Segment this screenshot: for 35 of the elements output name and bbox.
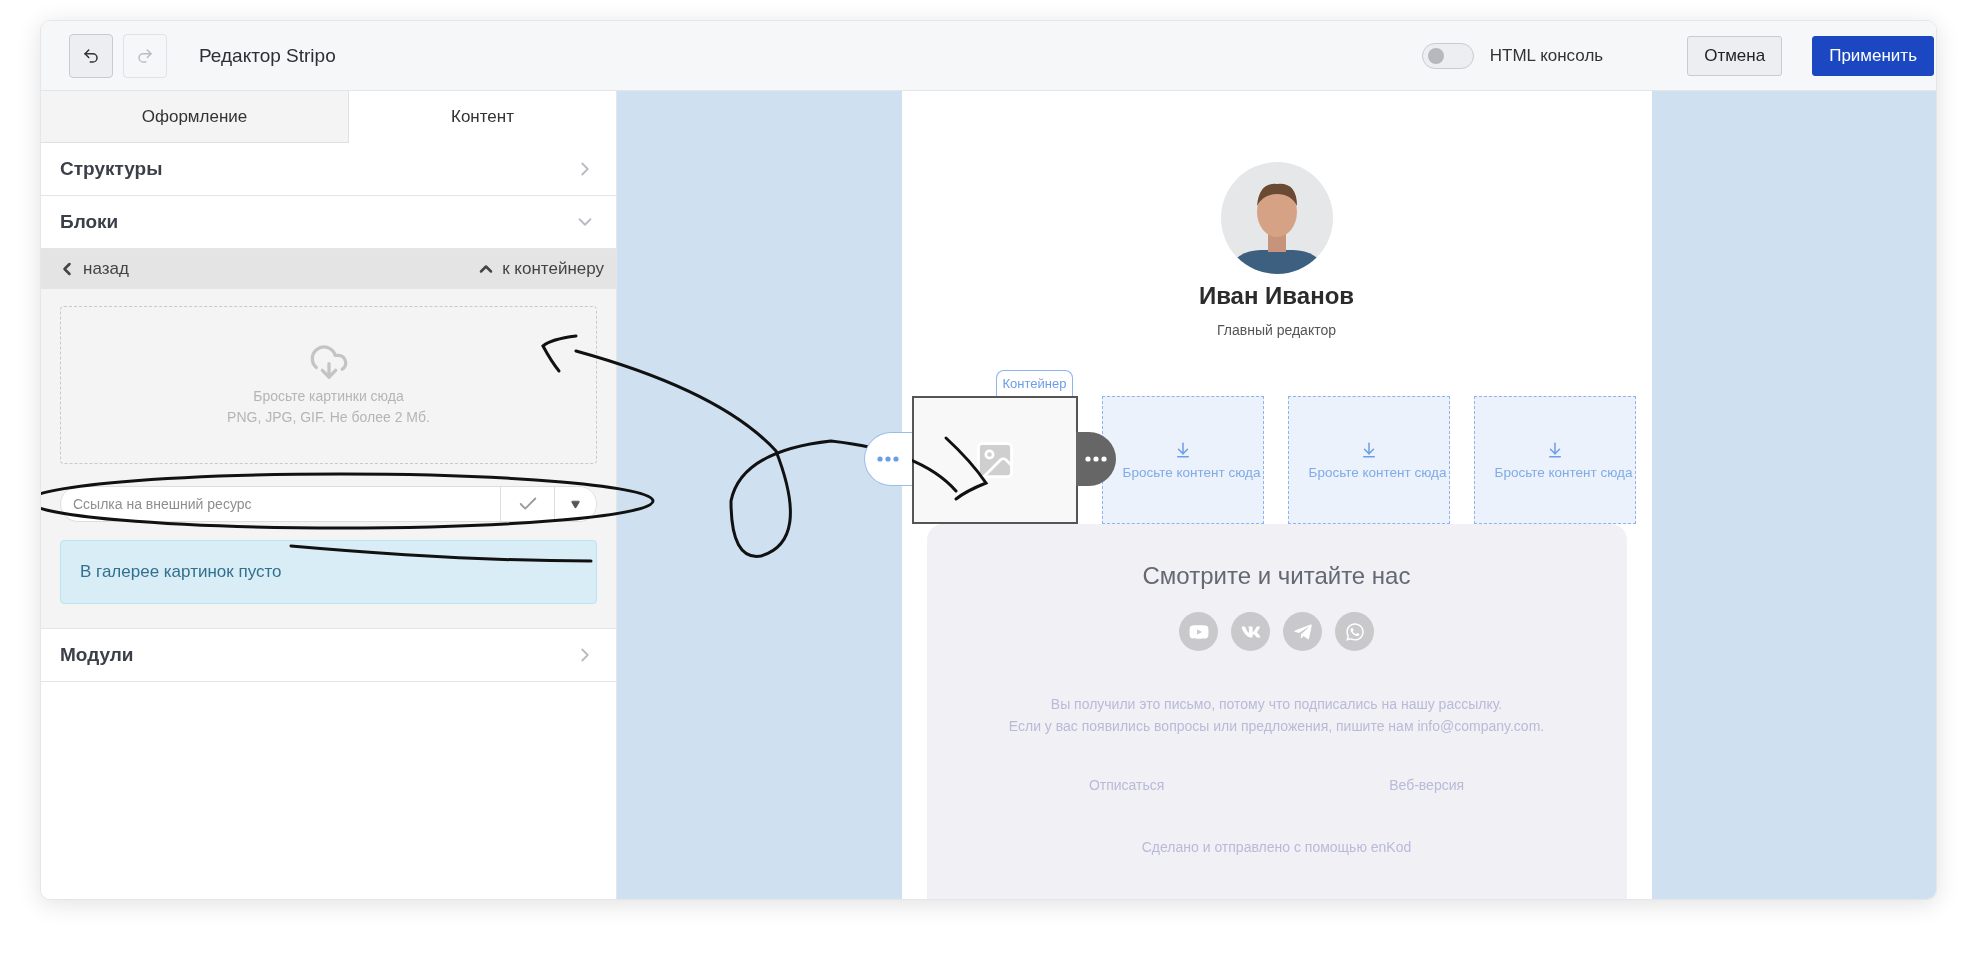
caret-icon <box>571 499 580 509</box>
person-role: Главный редактор <box>1217 322 1336 338</box>
container-label: Контейнер <box>995 370 1074 396</box>
drop-hint: Бросьте контент сюда <box>1493 464 1633 480</box>
back-link[interactable]: назад <box>57 259 129 279</box>
footer-credit: Сделано и отправлено с помощью enKod <box>1141 839 1412 855</box>
undo-button[interactable] <box>69 33 113 78</box>
redo-icon <box>136 46 154 65</box>
vk-icon[interactable] <box>1231 612 1270 651</box>
gallery-notice: В галерее картинок пусто <box>60 540 597 604</box>
dropzone-text: Бросьте картинки сюда PNG, JPG, GIF. Не более 2 Мб. <box>227 387 430 427</box>
tab[interactable]: Оформление <box>41 91 349 143</box>
footer-notice: Вы получили это письмо, потому что подписались на нашу рассылку. Если у вас появились вопросы или предложения, пишите нам info@company.com. <box>1008 695 1545 736</box>
url-field[interactable]: Ссылка на внешний ресурс <box>60 486 597 522</box>
container-link[interactable]: к контейнеру <box>476 259 604 279</box>
image-block[interactable] <box>911 396 1078 524</box>
more-handle[interactable] <box>863 432 912 486</box>
paper-plane-icon[interactable] <box>1283 612 1322 651</box>
drop-hint: Бросьте контент сюда <box>1307 464 1447 480</box>
window-title: Редактор Stripo <box>199 44 337 67</box>
url-input[interactable]: Ссылка на внешний ресурс <box>61 487 500 521</box>
dots-icon <box>1084 456 1107 462</box>
toggle-label: HTML консоль <box>1489 45 1604 66</box>
person-name: Иван Иванов <box>1198 282 1355 310</box>
chat-phone-icon[interactable] <box>1335 612 1374 651</box>
undo-icon <box>82 46 100 65</box>
footer-heading: Смотрите и читайте нас <box>1142 562 1411 590</box>
dots-icon <box>877 456 899 462</box>
play-button-icon[interactable] <box>1179 612 1218 651</box>
dropdown-button[interactable] <box>554 487 596 521</box>
cancel-button[interactable]: Отмена <box>1687 35 1783 76</box>
cloud-download-icon <box>308 342 349 382</box>
drop-hint: Бросьте контент сюда <box>1121 464 1261 480</box>
apply-button[interactable]: Применить <box>1812 35 1934 76</box>
toggle-switch[interactable] <box>1421 42 1474 69</box>
